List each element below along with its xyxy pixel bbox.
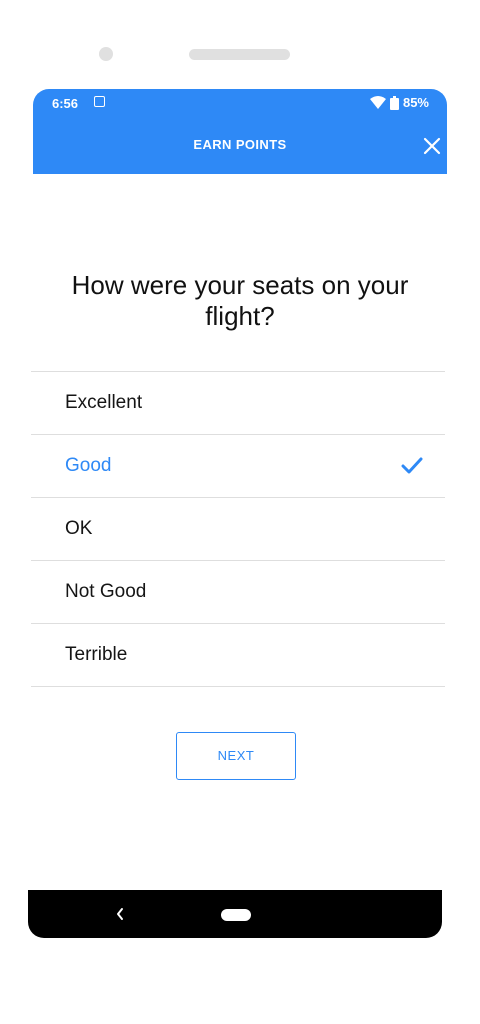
- next-button[interactable]: NEXT: [176, 732, 296, 780]
- option-label: Terrible: [65, 644, 128, 665]
- page-title: EARN POINTS: [193, 137, 287, 152]
- option-label: OK: [65, 518, 93, 539]
- earpiece-speaker: [189, 49, 290, 60]
- status-indicators: 85%: [369, 95, 429, 110]
- app-header: 6:56 85% EARN POINTS: [33, 89, 447, 174]
- option-good[interactable]: Good: [31, 435, 445, 498]
- system-nav-bar: [28, 890, 442, 938]
- wifi-icon: [369, 96, 386, 109]
- survey-question: How were your seats on your flight?: [71, 270, 409, 331]
- option-not-good[interactable]: Not Good: [31, 561, 445, 624]
- home-button[interactable]: [221, 909, 251, 921]
- close-icon[interactable]: [421, 135, 443, 157]
- option-excellent[interactable]: Excellent: [31, 372, 445, 435]
- gallery-icon: [94, 96, 105, 107]
- battery-icon: [389, 95, 399, 110]
- option-label: Good: [65, 455, 112, 476]
- phone-frame: 6:56 85% EARN POINTS How were your seats…: [0, 0, 480, 1024]
- front-camera: [99, 47, 113, 61]
- rating-options: Excellent Good OK Not Good Terrible: [31, 371, 445, 687]
- status-time: 6:56: [52, 96, 79, 111]
- checkmark-icon: [401, 457, 423, 474]
- option-terrible[interactable]: Terrible: [31, 624, 445, 687]
- option-label: Not Good: [65, 581, 147, 602]
- back-icon[interactable]: [114, 906, 126, 922]
- option-ok[interactable]: OK: [31, 498, 445, 561]
- option-label: Excellent: [65, 392, 143, 413]
- battery-percent: 85%: [402, 95, 429, 110]
